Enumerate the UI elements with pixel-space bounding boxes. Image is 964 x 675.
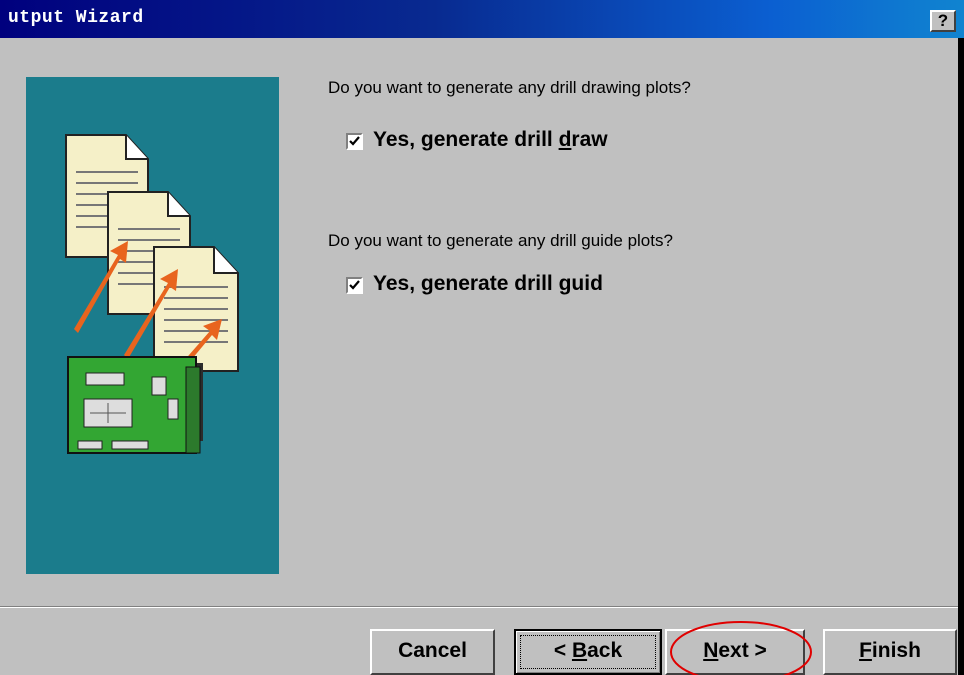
cancel-button[interactable]: Cancel [370,629,495,675]
drill-guide-label: Yes, generate drill guid [373,272,603,295]
window-title: utput Wizard [8,8,144,28]
checkmark-icon [349,280,360,290]
wizard-side-panel [26,77,279,574]
drill-drawing-checkbox[interactable] [346,133,363,150]
wizard-illustration [65,134,239,454]
finish-button[interactable]: Finish [823,629,957,675]
circuit-board-icon [67,356,203,454]
back-button[interactable]: < Back [514,629,662,675]
drill-drawing-question: Do you want to generate any drill drawin… [328,78,691,97]
help-button[interactable]: ? [930,10,956,32]
window-edge [958,38,964,675]
button-separator [0,606,958,608]
drill-guide-checkbox[interactable] [346,277,363,294]
checkmark-icon [349,136,360,146]
title-bar[interactable]: utput Wizard ? [0,0,964,38]
drill-guide-question: Do you want to generate any drill guide … [328,231,673,250]
next-button[interactable]: Next > [665,629,805,675]
help-icon: ? [937,11,949,30]
drill-drawing-label: Yes, generate drill draw [373,128,608,151]
